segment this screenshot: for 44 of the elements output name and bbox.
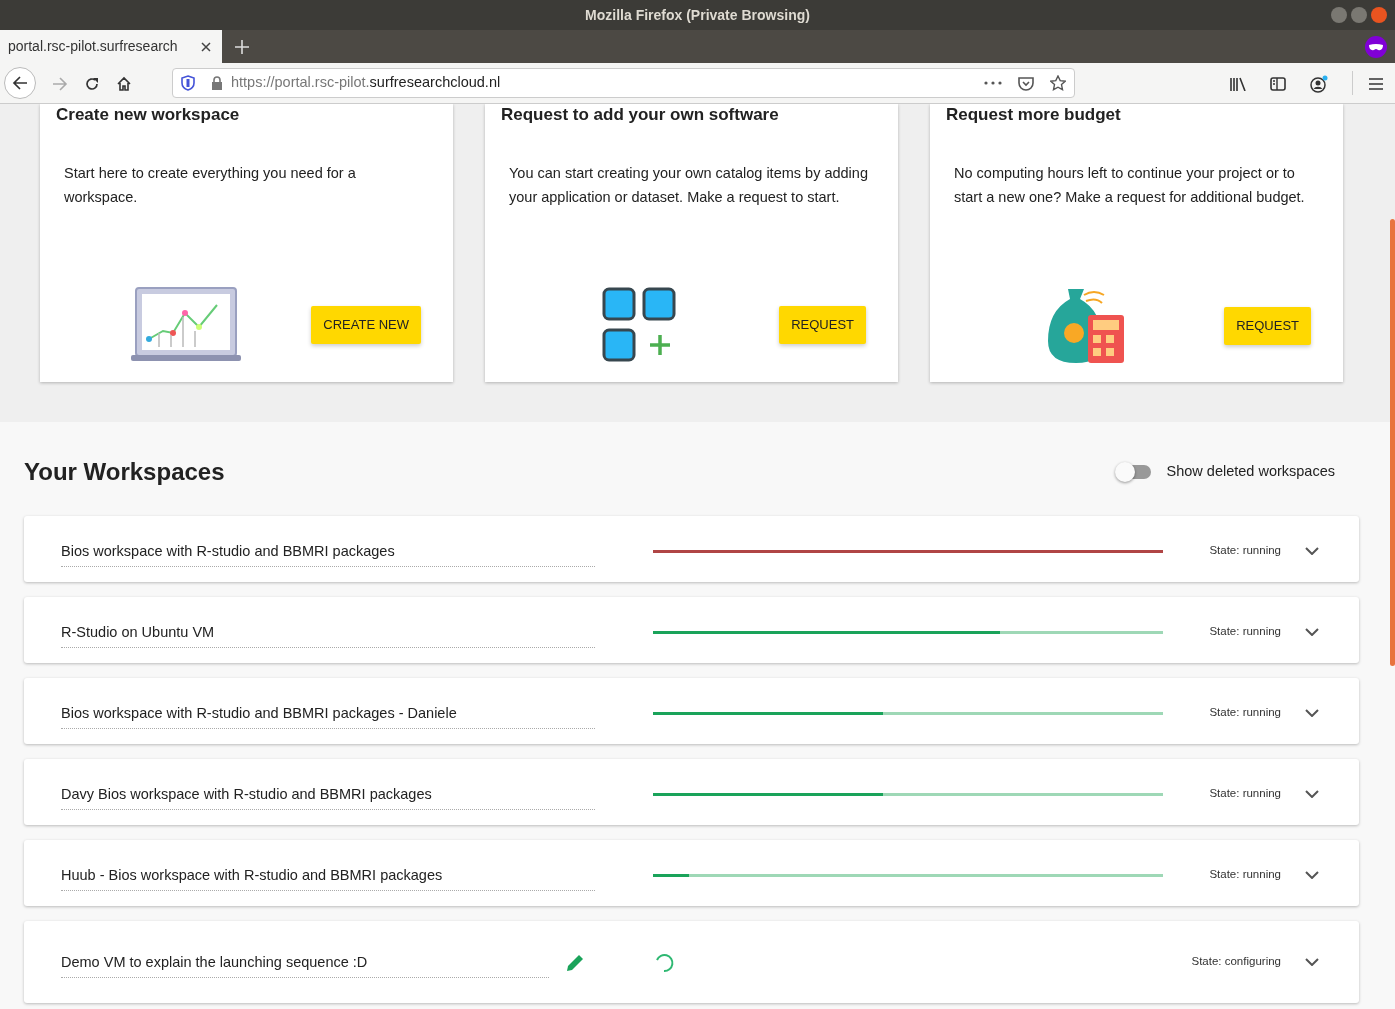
close-tab-icon[interactable] [201, 41, 211, 52]
workspace-name[interactable]: Bios workspace with R-studio and BBMRI packages - Daniele [61, 696, 595, 730]
card-description: You can start creating your own catalog items by adding your application or dataset. Make a request to start. [509, 164, 869, 207]
chevron-down-icon[interactable] [1305, 709, 1319, 717]
chevron-down-icon[interactable] [1305, 628, 1319, 636]
toggle-switch[interactable] [1116, 465, 1151, 479]
minimize-button[interactable] [1331, 7, 1347, 23]
address-bar[interactable]: https://portal.rsc-pilot.surfresearchcloud.nl [172, 68, 1075, 98]
workspace-state: State: running [1208, 786, 1281, 802]
window-title: Mozilla Firefox (Private Browsing) [585, 5, 810, 25]
chevron-down-icon[interactable] [1305, 871, 1319, 879]
toggle-label: Show deleted workspaces [1166, 462, 1335, 482]
shield-icon [181, 72, 195, 94]
card-title: Request more budget [946, 106, 1122, 126]
workspace-name[interactable]: R-Studio on Ubuntu VM [61, 615, 595, 649]
chevron-down-icon[interactable] [1305, 790, 1319, 798]
workspace-name[interactable]: Bios workspace with R-studio and BBMRI packages [61, 534, 595, 568]
request-button[interactable]: REQUEST [1224, 307, 1311, 345]
workspace-state: State: running [1208, 543, 1281, 559]
card-description: No computing hours left to continue your project or to start a new one? Make a request for additional budget. [954, 164, 1306, 207]
workspace-name[interactable]: Davy Bios workspace with R-studio and BBMRI packages [61, 777, 595, 811]
back-button[interactable] [4, 67, 36, 99]
chevron-down-icon[interactable] [1305, 547, 1319, 555]
request-button[interactable]: REQUEST [779, 306, 866, 344]
card-title: Request to add your own software [501, 106, 780, 126]
private-browsing-icon [1365, 35, 1387, 58]
workspace-state: State: running [1208, 705, 1281, 721]
section-heading: Your Workspaces [24, 457, 225, 487]
workspace-state: State: running [1208, 624, 1281, 640]
request-button[interactable]: CREATE NEW [311, 306, 421, 344]
workspace-name[interactable]: Huub - Bios workspace with R-studio and BBMRI packages [61, 858, 595, 892]
back-arrow-icon [12, 75, 28, 91]
workspace-state: State: running [1208, 867, 1281, 883]
card-title: Create new workspace [56, 106, 241, 126]
workspace-state: State: configuring [1190, 954, 1281, 970]
url-text: https://portal.rsc-pilot.surfresearchcloud.nl [231, 73, 501, 93]
browser-tab[interactable]: portal.rsc-pilot.surfresearch [0, 30, 222, 63]
close-button[interactable] [1371, 7, 1387, 23]
workspace-name[interactable]: Demo VM to explain the launching sequence :D [61, 945, 549, 979]
chevron-down-icon[interactable] [1305, 958, 1319, 966]
maximize-button[interactable] [1351, 7, 1367, 23]
menu-icon[interactable] [1352, 71, 1383, 95]
card-description: Start here to create everything you need for a workspace. [64, 164, 357, 207]
scrollbar-thumb[interactable] [1390, 219, 1395, 666]
